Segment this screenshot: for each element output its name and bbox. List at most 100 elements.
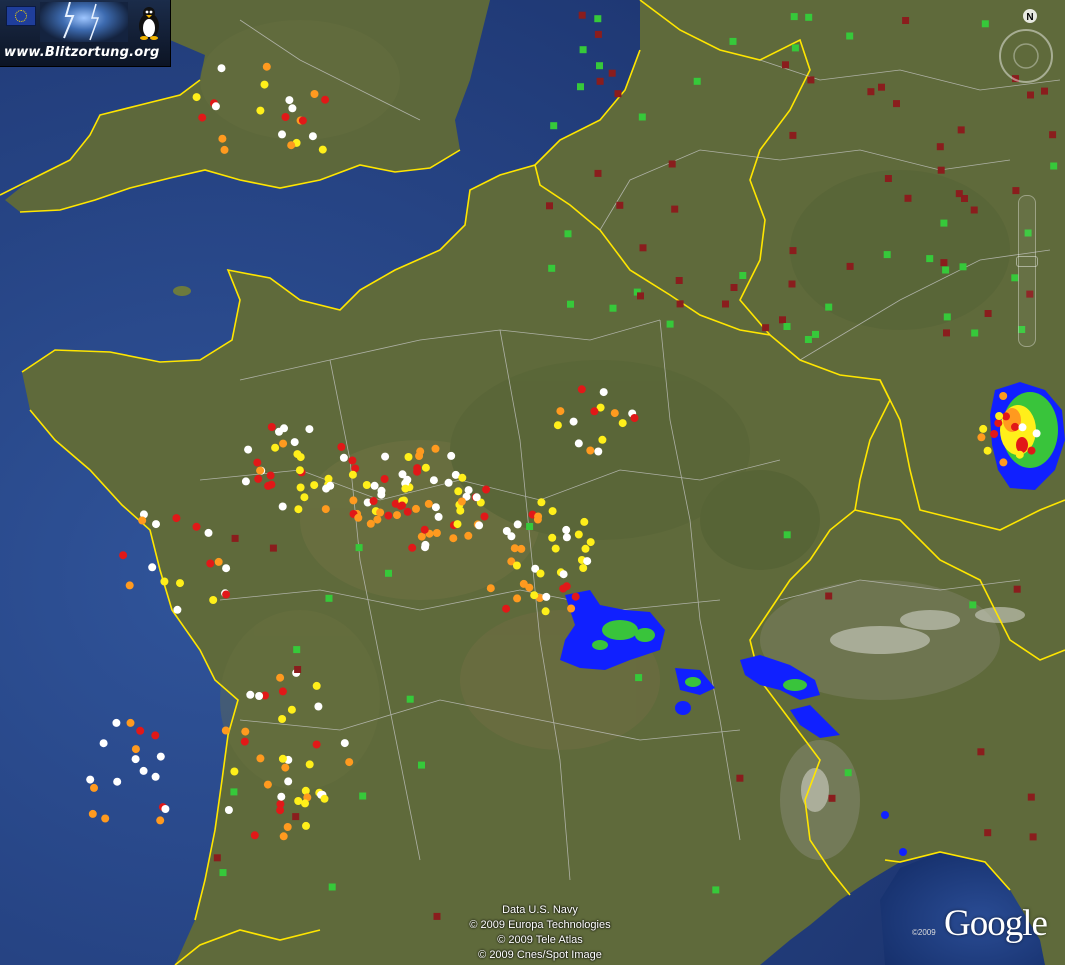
lightning-strike — [403, 507, 412, 516]
lightning-strike — [139, 766, 148, 775]
lightning-strike — [408, 543, 417, 552]
satellite-map[interactable] — [0, 0, 1065, 965]
detector-station — [564, 230, 572, 238]
detector-station — [594, 169, 602, 177]
detector-station — [846, 32, 854, 40]
attribution-line: © 2009 Europa Technologies — [469, 919, 611, 931]
lightning-strike — [1015, 450, 1024, 459]
detector-station — [550, 122, 558, 130]
detector-station — [1027, 91, 1034, 99]
lightning-strike — [1011, 422, 1019, 431]
lightning-strike — [176, 579, 184, 588]
lightning-strike — [280, 424, 288, 433]
lightning-strike — [542, 592, 551, 601]
lightning-strike — [279, 832, 288, 841]
detector-station — [762, 324, 770, 332]
detector-station — [984, 310, 992, 317]
lightning-strike — [284, 777, 293, 786]
blitzortung-logo[interactable]: www.Blitzortung.org — [0, 0, 171, 67]
lightning-strike — [598, 435, 607, 444]
detector-station — [846, 262, 854, 270]
detector-station — [957, 126, 965, 134]
map-view[interactable]: www.Blitzortung.org N Data U.S. Navy © 2… — [0, 0, 1065, 965]
lightning-strike — [131, 745, 140, 754]
lightning-strike — [250, 831, 259, 840]
detector-station — [788, 280, 796, 288]
lightning-strike — [417, 532, 426, 541]
detector-station — [955, 190, 963, 198]
detector-station — [804, 336, 812, 343]
lightning-strike — [983, 446, 992, 455]
lightning-strike — [260, 80, 269, 89]
lightning-strike — [413, 464, 422, 473]
lightning-strike — [320, 794, 329, 803]
lightning-strike — [88, 809, 97, 818]
detector-station — [577, 83, 584, 91]
detector-station — [904, 194, 912, 202]
lightning-strike — [999, 392, 1008, 400]
lightning-strike — [312, 740, 321, 749]
lightning-strike — [217, 64, 226, 73]
lightning-strike — [312, 681, 321, 690]
attribution-line: Data U.S. Navy — [502, 904, 578, 916]
lightning-strike — [512, 561, 521, 570]
detector-station — [783, 323, 791, 330]
lightning-strike — [220, 145, 229, 154]
detector-station — [406, 695, 414, 703]
lightning-strike — [384, 511, 393, 520]
detector-station — [608, 69, 616, 77]
lightning-strike — [457, 497, 466, 506]
detector-station — [805, 13, 813, 21]
lightning-strike — [537, 498, 546, 507]
detector-station — [418, 761, 425, 769]
google-logo[interactable]: Google — [944, 902, 1048, 945]
lightning-strike — [610, 409, 619, 418]
zoom-slider[interactable] — [1016, 195, 1038, 347]
lightning-strike — [536, 569, 545, 578]
zoom-slider-thumb[interactable] — [1016, 256, 1038, 267]
detector-station — [693, 77, 701, 85]
detector-station — [1050, 162, 1058, 170]
lightning-strike — [310, 90, 319, 98]
detector-station — [230, 788, 238, 796]
lightning-strike — [630, 414, 639, 422]
detector-station — [293, 646, 301, 654]
lightning-strike — [160, 577, 169, 586]
detector-station — [638, 113, 646, 121]
lightning-strike — [151, 731, 160, 740]
lightning-strike — [204, 528, 213, 537]
detector-station — [1013, 585, 1021, 593]
lightning-strike — [431, 503, 440, 512]
detector-station — [926, 255, 934, 263]
lightning-strike — [995, 412, 1004, 420]
lightning-strike — [318, 145, 327, 154]
detector-station — [614, 90, 622, 98]
lightning-strike — [1032, 429, 1041, 438]
lightning-strike — [979, 424, 988, 433]
lightning-strike — [581, 544, 590, 553]
lightning-strike — [453, 520, 462, 529]
lightning-strike — [138, 516, 147, 525]
lightning-strike — [254, 474, 263, 483]
detector-station — [609, 304, 617, 312]
detector-station — [969, 601, 977, 609]
lightning-strike — [119, 551, 128, 560]
lightning-strike — [244, 445, 253, 454]
lightning-strike — [296, 453, 305, 462]
lightning-strike — [458, 473, 467, 482]
detector-station — [902, 17, 910, 24]
detector-station — [959, 263, 967, 271]
detector-station — [779, 316, 786, 324]
detector-station — [294, 666, 302, 673]
detector-station — [328, 883, 336, 891]
lightning-strike — [590, 407, 599, 416]
lightning-strike — [278, 687, 287, 696]
lightning-strike — [449, 534, 458, 543]
lightning-strike — [126, 718, 135, 727]
lightning-strike — [586, 538, 595, 547]
map-attribution: Data U.S. Navy © 2009 Europa Technologie… — [440, 903, 640, 963]
lightning-strike — [486, 584, 495, 593]
compass-icon[interactable]: N — [988, 8, 1058, 84]
lightning-strike — [349, 496, 358, 505]
detector-station — [616, 201, 624, 209]
